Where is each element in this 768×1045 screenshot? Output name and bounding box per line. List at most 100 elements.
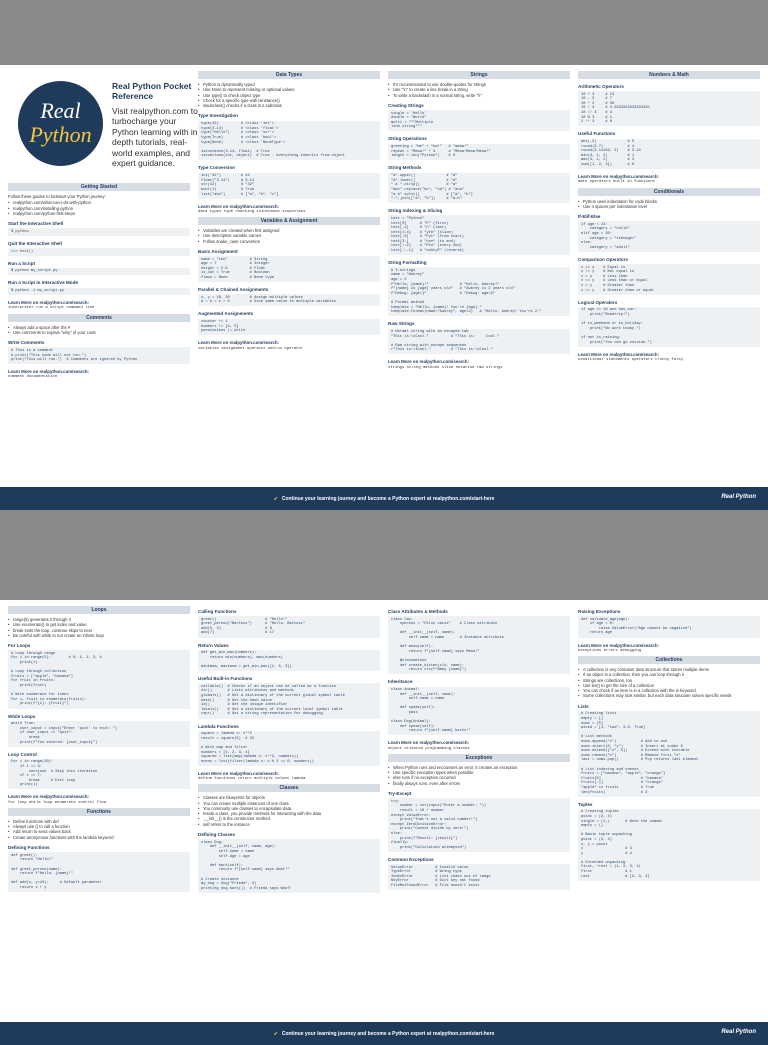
code-block: ValueError # Invalid value TypeError # W… [388, 864, 570, 890]
code-block: square = lambda x: x**2 result = square(… [198, 730, 380, 766]
bullet: self refers to the instance [198, 822, 380, 828]
code-block: # Loop through range for i in range(5): … [8, 650, 190, 709]
section-classes: Classes [198, 784, 380, 793]
code-block: class Dog: def __init__(self, name, age)… [198, 839, 380, 893]
search-keywords[interactable]: variables assignment operator walrus ope… [198, 347, 380, 352]
code-block: 10 + 3 # 13 10 - 3 # 7 10 * 3 # 30 10 / … [578, 91, 760, 127]
subheading: If-Elif-Else [578, 214, 601, 220]
subheading: Return Values [198, 642, 229, 648]
code-block: x == y # Equal to x != y # Not equal to … [578, 264, 760, 295]
guide-link[interactable]: realpython.com/python-first-steps [8, 211, 190, 217]
search-keywords[interactable]: conditional statements operators truthy … [578, 358, 760, 363]
learn-more-label: Learn More on realpython.com/search: [578, 351, 660, 357]
search-keywords[interactable]: math operators built in functions [578, 180, 760, 185]
subheading: Tuples [578, 801, 593, 807]
code-block: $ python my_script.py [8, 267, 190, 276]
search-keywords[interactable]: for loop while loop enumerate control fl… [8, 801, 190, 806]
bullet-list: Define functions with def Always use () … [8, 819, 190, 841]
cheatsheet-page-2: Loops range(5) generates 0 through 4 Use… [0, 600, 768, 1045]
subheading: Parallel & Chained Assignments [198, 287, 269, 293]
bullet: Create anonymous functions with the lamb… [8, 835, 190, 841]
section-getting-started: Getting Started [8, 183, 190, 191]
subheading: Logical Operators [578, 299, 618, 305]
real-python-logo: Real Python [18, 81, 103, 166]
subheading: Quit the Interactive Shell [8, 240, 62, 246]
column-1: Real Python Real Python Pocket Reference … [8, 69, 200, 381]
subheading: Lambda Functions [198, 723, 239, 729]
bullet: finally always runs, even after errors [388, 781, 570, 787]
subheading: Creating Strings [388, 102, 424, 108]
page-footer: ➶ Continue your learning journey and bec… [0, 487, 768, 510]
learn-more-label: Learn More on realpython.com/search: [388, 359, 470, 365]
code-block: # Normal string with an escaped tab "Thi… [388, 328, 570, 355]
learn-more-label: Learn More on realpython.com/search: [8, 300, 90, 306]
guide-links: realpython.com/what-can-i-do-with-python… [8, 200, 190, 216]
code-block: try: number = int(input("Enter a number:… [388, 798, 570, 852]
search-keywords[interactable]: interpreter run a script command line [8, 306, 190, 311]
search-keywords[interactable]: define functions return multiple values … [198, 777, 380, 782]
code-block: def greet(): return "Hello!" def greet_p… [8, 852, 190, 892]
bullet: Use 4 spaces per indentation level [578, 204, 760, 210]
code-block: counter += 1 numbers += [4, 5] permissio… [198, 318, 380, 336]
subheading: Arithmetic Operators [578, 84, 624, 89]
code-block: class Cat: species = "Felis catus" # Cla… [388, 616, 570, 675]
subheading: Start the Interactive Shell [8, 221, 64, 227]
rocket-icon: ➶ [273, 495, 278, 502]
code-block: x, y = 10, 20 # Assign multiple values a… [198, 294, 380, 307]
code-block: while True: user_input = input("Enter 'q… [8, 720, 190, 747]
code-block: $ python -i my_script.py [8, 287, 190, 296]
subheading: String Formatting [388, 260, 427, 266]
subheading: Type Conversion [198, 165, 235, 171]
search-keywords[interactable]: data types type checking isinstance issu… [198, 210, 380, 215]
subheading: Comparison Operators [578, 256, 629, 262]
column-2: Calling Functions greet() # "Hello!" gre… [198, 604, 380, 895]
subheading: Augmented Assignments [198, 311, 254, 317]
subheading: Raising Exceptions [578, 609, 621, 614]
subheading: Inheritance [388, 679, 413, 685]
search-keywords[interactable]: strings string methods slice notation ra… [388, 366, 570, 371]
code-block: >>> exit() [8, 248, 190, 256]
subheading: Lists [578, 703, 589, 709]
section-data-types: Data Types [198, 71, 380, 79]
section-strings: Strings [388, 71, 570, 79]
section-functions: Functions [8, 807, 190, 816]
search-keywords[interactable]: comment documentation [8, 375, 190, 380]
subheading: Calling Functions [198, 609, 237, 614]
footer-logo: Real Python [721, 494, 756, 500]
learn-more-label: Learn More on realpython.com/search: [578, 174, 660, 180]
search-keywords[interactable]: exceptions errors debugging [578, 649, 760, 654]
code-block: single = 'Hello' double = "World" multi … [388, 110, 570, 132]
code-block: # f-strings name = "Aubrey" age = 2 f"He… [388, 267, 570, 317]
code-block: # This is a comment # print("This code w… [8, 347, 190, 365]
section-conditionals: Conditionals [578, 187, 760, 196]
bullet: Some collections may look similar, but e… [578, 693, 760, 699]
learn-more-label: Learn More on realpython.com/search: [198, 770, 280, 776]
bullet-list: When Python runs and encounters an error… [388, 765, 570, 787]
search-keywords[interactable]: object oriented programming classes [388, 747, 570, 752]
section-variables: Variables & Assignment [198, 217, 380, 226]
learn-more-label: Learn More on realpython.com/search: [388, 740, 470, 746]
code-block: for i in range(10): if i == 3: continue … [8, 758, 190, 790]
learn-more-label: Learn More on realpython.com/search: [578, 642, 660, 648]
code-block: $ python [8, 228, 190, 236]
column-2: Data Types Python is dynamically typed U… [198, 69, 380, 352]
intro-text: Follow these guides to kickstart your Py… [8, 194, 106, 199]
code-block: text = "Python" text[0] # "P" (first) te… [388, 215, 570, 256]
code-block: greet() # "Hello!" greet_person("Bartosz… [198, 616, 380, 638]
code-block: name = "Leo" # String age = 7 # Integer … [198, 256, 380, 283]
code-block: if age < 13: category = "child" elif age… [578, 221, 760, 252]
column-1: Loops range(5) generates 0 through 4 Use… [8, 604, 190, 894]
page-footer: ➶ Continue your learning journey and bec… [0, 1022, 768, 1045]
rocket-icon: ➶ [273, 1030, 278, 1037]
bullet-list: range(5) generates 0 through 4 Use enume… [8, 617, 190, 639]
subheading: Defining Functions [8, 845, 50, 851]
code-block: def validate_age(age): if age < 0: raise… [578, 616, 760, 638]
bullet-list: A collection is any container data struc… [578, 667, 760, 699]
subheading: String Operations [388, 136, 427, 142]
subheading: Write Comments [8, 340, 45, 346]
footer-text[interactable]: Continue your learning journey and becom… [282, 1031, 495, 1037]
bullet: Follow snake_case convention [198, 239, 380, 245]
code-block: greeting = "me" + "ow!" # "meow!" repeat… [388, 143, 570, 161]
footer-text[interactable]: Continue your learning journey and becom… [282, 496, 495, 502]
subheading: Defining Classes [198, 832, 236, 838]
